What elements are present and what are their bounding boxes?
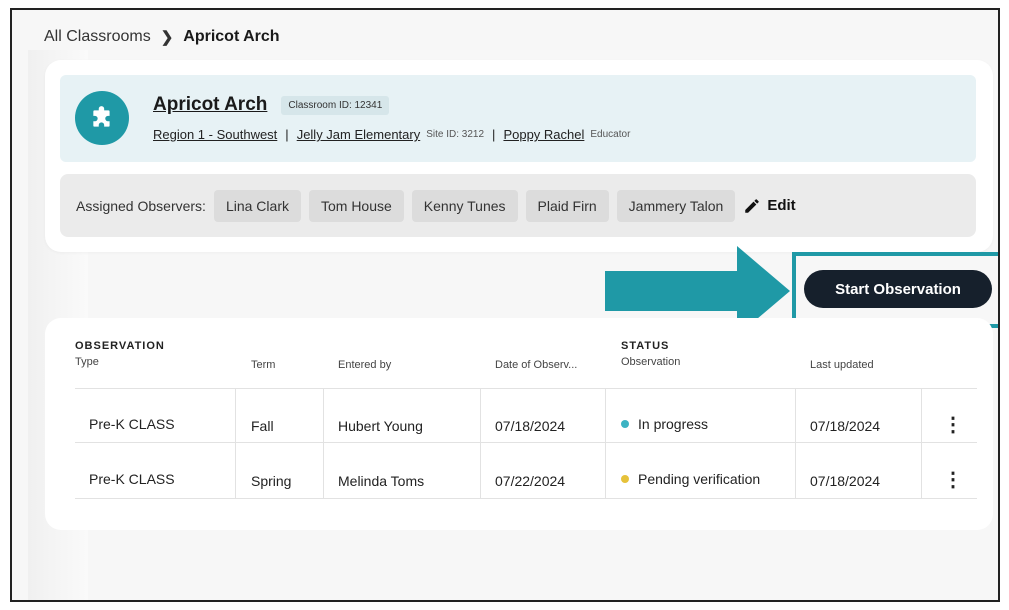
pencil-icon (745, 198, 760, 213)
breadcrumb: All Classrooms ❯ Apricot Arch (44, 28, 280, 46)
observer-chip: Plaid Firn (525, 189, 609, 222)
status-header-label: Observation (621, 356, 681, 368)
assigned-observers: Assigned Observers: Lina Clark Tom House… (60, 174, 976, 237)
status-caption: STATUS (621, 340, 670, 352)
row1-status: In progress (621, 416, 708, 432)
observations-table: OBSERVATION Type Term Entered by Date of… (45, 318, 993, 530)
row2-more-vert-icon[interactable]: ⋮ (943, 467, 963, 492)
chevron-right-icon: ❯ (160, 29, 174, 46)
status-dot-icon (621, 475, 629, 483)
row1-status-label: In progress (638, 416, 709, 432)
row1-date: 07/18/2024 (495, 418, 566, 434)
type-header-label: Type (75, 356, 99, 368)
start-observation-button[interactable]: Start Observation (804, 270, 992, 308)
educator-link[interactable]: Poppy Rachel (503, 127, 584, 142)
divider (921, 388, 922, 498)
school-link[interactable]: Jelly Jam Elementary (297, 127, 421, 142)
observers-label: Assigned Observers: (76, 197, 206, 214)
observer-chip: Tom House (308, 189, 404, 222)
educator-role: Educator (590, 129, 631, 140)
edit-label: Edit (767, 197, 796, 214)
site-id: Site ID: 3212 (426, 129, 485, 140)
breadcrumb-root[interactable]: All Classrooms (44, 28, 151, 46)
col-status-header[interactable]: STATUS Observation (621, 340, 680, 368)
region-link[interactable]: Region 1 - Southwest (153, 127, 277, 142)
row1-type: Pre-K CLASS (89, 416, 175, 432)
row2-status-label: Pending verification (638, 471, 761, 487)
puzzle-icon (93, 106, 110, 127)
row1-term: Fall (251, 418, 274, 434)
row2-type: Pre-K CLASS (89, 471, 175, 487)
observer-chip: Lina Clark (213, 189, 301, 222)
classroom-title[interactable]: Apricot Arch (153, 94, 267, 116)
divider (75, 388, 977, 389)
col-last-updated-header[interactable]: Last updated (810, 359, 874, 371)
start-observation-highlight: Start Observation (792, 252, 998, 328)
col-date-header[interactable]: Date of Observ... (495, 359, 577, 371)
divider: | (285, 127, 289, 142)
edit-observers-button[interactable]: Edit (743, 197, 796, 215)
breadcrumb-current: Apricot Arch (183, 28, 280, 45)
row2-term: Spring (251, 473, 292, 489)
title-row: Apricot Arch Classroom ID: 12341 (153, 94, 390, 116)
classroom-card: Apricot Arch Classroom ID: 12341 Region … (45, 60, 993, 252)
divider (235, 388, 236, 498)
row1-more-vert-icon[interactable]: ⋮ (943, 412, 963, 437)
row2-date: 07/22/2024 (495, 473, 566, 489)
row2-entered-by: Melinda Toms (338, 473, 425, 489)
row2-status: Pending verification (621, 471, 760, 487)
classroom-id-badge: Classroom ID: 12341 (281, 95, 390, 115)
status-dot-icon (621, 420, 629, 428)
divider: | (492, 127, 496, 142)
classroom-avatar (75, 91, 129, 145)
divider (480, 388, 481, 498)
divider (605, 388, 606, 498)
classroom-meta: Region 1 - Southwest | Jelly Jam Element… (153, 127, 630, 142)
row2-last-updated: 07/18/2024 (810, 473, 881, 489)
observation-caption: OBSERVATION (75, 340, 165, 352)
divider (795, 388, 796, 498)
col-term-header[interactable]: Term (251, 359, 275, 371)
col-entered-by-header[interactable]: Entered by (338, 359, 391, 371)
divider (75, 442, 977, 443)
observer-chip: Jammery Talon (616, 189, 736, 222)
divider (323, 388, 324, 498)
row1-entered-by: Hubert Young (338, 418, 423, 434)
row1-last-updated: 07/18/2024 (810, 418, 881, 434)
app-frame: All Classrooms ❯ Apricot Arch Apricot Ar… (10, 8, 1000, 602)
col-type-header[interactable]: OBSERVATION Type (75, 340, 165, 368)
classroom-header: Apricot Arch Classroom ID: 12341 Region … (60, 75, 976, 162)
divider (75, 498, 977, 499)
observer-chip: Kenny Tunes (411, 189, 518, 222)
